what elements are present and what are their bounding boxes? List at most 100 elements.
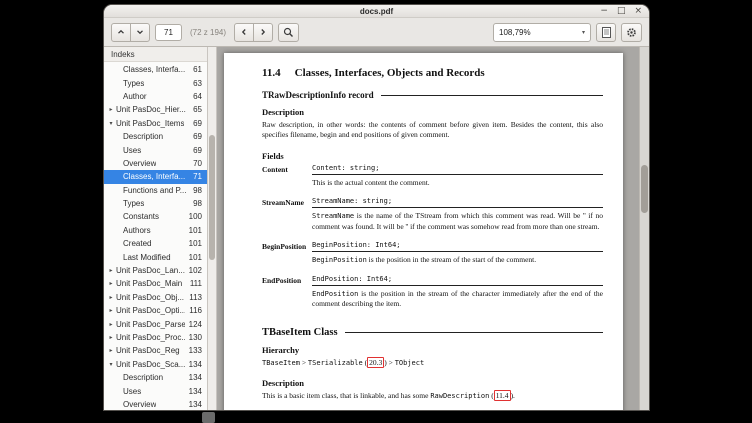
expander-closed-icon[interactable]: ▸ <box>106 280 116 287</box>
sidebar-item[interactable]: Description134 <box>104 371 207 384</box>
document-view[interactable]: 11.4Classes, Interfaces, Objects and Rec… <box>217 47 639 410</box>
sidebar-item[interactable]: ▸Unit PasDoc_Reg133 <box>104 344 207 357</box>
code-text: BeginPosition <box>312 256 367 264</box>
sidebar-item[interactable]: ▸Unit PasDoc_Opti...116 <box>104 304 207 317</box>
pdf-link[interactable]: 11.4 <box>494 390 511 401</box>
expander-closed-icon[interactable]: ▸ <box>106 267 116 274</box>
history-forward-button[interactable] <box>253 23 273 42</box>
sidebar-item[interactable]: ▸Unit PasDoc_Main111 <box>104 277 207 290</box>
expander-closed-icon[interactable]: ▸ <box>106 321 116 328</box>
heading-rule <box>345 332 603 333</box>
sidebar-item[interactable]: Description69 <box>104 130 207 143</box>
sidebar-item[interactable]: Constants100 <box>104 210 207 223</box>
sidebar-item-page: 134 <box>185 373 202 382</box>
search-button[interactable] <box>278 23 299 42</box>
menu-button[interactable] <box>621 23 642 42</box>
expander-open-icon[interactable]: ▾ <box>106 120 116 127</box>
expander-open-icon[interactable]: ▾ <box>106 361 116 368</box>
sidebar-item-page: 70 <box>189 159 202 168</box>
expander-closed-icon[interactable]: ▸ <box>106 106 116 113</box>
sidebar-item[interactable]: Types98 <box>104 197 207 210</box>
sidebar-item-page: 101 <box>185 253 202 262</box>
sidebar-item-page: 69 <box>189 132 202 141</box>
sidebar-item[interactable]: ▾Unit PasDoc_Sca...134 <box>104 358 207 371</box>
page-tools-button[interactable] <box>596 23 616 42</box>
sidebar-item[interactable]: ▸Unit PasDoc_Obj...113 <box>104 291 207 304</box>
section-heading: 11.4Classes, Interfaces, Objects and Rec… <box>262 67 603 79</box>
sidebar-item[interactable]: ▸Unit PasDoc_Hier...65 <box>104 103 207 116</box>
sidebar-item[interactable]: ▸Unit PasDoc_Lan...102 <box>104 264 207 277</box>
search-icon <box>283 27 294 38</box>
record-heading-row: TRawDescriptionInfo record <box>262 90 603 100</box>
sidebar-item[interactable]: Types63 <box>104 76 207 89</box>
sidebar-item[interactable]: ▸Unit PasDoc_Parser124 <box>104 317 207 330</box>
field-row: StreamNameStreamName: string;StreamName … <box>262 197 603 236</box>
close-icon: × <box>634 6 642 16</box>
titlebar[interactable]: docs.pdf − □ × <box>104 5 649 18</box>
sidebar-item-label: Unit PasDoc_Reg <box>116 346 180 355</box>
sidebar-item[interactable]: Last Modified 101 <box>104 250 207 263</box>
code-text: EndPosition <box>312 290 358 298</box>
content-scrollbar-thumb[interactable] <box>641 165 648 213</box>
sidebar-item-page: 65 <box>189 105 202 114</box>
record-heading: TRawDescriptionInfo record <box>262 90 374 100</box>
sidebar-item[interactable]: Uses134 <box>104 384 207 397</box>
sidebar-item-label: Unit PasDoc_Hier... <box>116 105 186 114</box>
sidebar-item[interactable]: Uses69 <box>104 143 207 156</box>
sidebar-item[interactable]: ▸Unit PasDoc_Proc...130 <box>104 331 207 344</box>
class-heading: TBaseItem Class <box>262 327 338 338</box>
minimize-button[interactable]: − <box>600 7 608 16</box>
sidebar-item[interactable]: Functions and P...98 <box>104 184 207 197</box>
previous-page-button[interactable] <box>111 23 131 42</box>
sidebar-item-page: 134 <box>185 360 202 369</box>
chevron-right-icon <box>259 28 267 36</box>
pdf-page: 11.4Classes, Interfaces, Objects and Rec… <box>224 53 623 410</box>
zoom-select[interactable]: 108,79% ▾ <box>493 23 591 42</box>
sidebar-item[interactable]: Authors101 <box>104 224 207 237</box>
sidebar-item[interactable]: Author64 <box>104 90 207 103</box>
sidebar-mode-select[interactable]: Indeks <box>104 47 207 62</box>
sidebar-item-label: Overview <box>123 159 156 168</box>
chevron-down-icon: ▾ <box>582 29 585 36</box>
sidebar-item[interactable]: Created101 <box>104 237 207 250</box>
pdf-link[interactable]: 20.3 <box>367 357 384 368</box>
close-button[interactable]: × <box>634 7 642 16</box>
field-declaration: StreamName: string; <box>312 197 603 208</box>
record-description: Raw description, in other words: the con… <box>262 120 603 141</box>
field-description: EndPosition is the position in the strea… <box>312 289 603 310</box>
taskbar-icon[interactable] <box>202 412 215 423</box>
class-heading-row: TBaseItem Class <box>262 327 603 338</box>
sidebar-item-page: 124 <box>185 320 202 329</box>
expander-closed-icon[interactable]: ▸ <box>106 334 116 341</box>
zoom-value: 108,79% <box>499 28 578 37</box>
sidebar-scrollbar[interactable] <box>208 47 217 410</box>
code-text: TBaseItem <box>262 359 300 367</box>
next-page-button[interactable] <box>130 23 150 42</box>
sidebar-item-page: 71 <box>189 172 202 181</box>
sidebar-item[interactable]: Overview134 <box>104 398 207 410</box>
field-row: ContentContent: string;This is the actua… <box>262 164 603 192</box>
sidebar-item[interactable]: Classes, Interfa...61 <box>104 63 207 76</box>
sidebar-item[interactable]: ▾Unit PasDoc_Items69 <box>104 117 207 130</box>
sidebar-item-label: Last Modified <box>123 253 171 262</box>
field-content: Content: string;This is the actual conte… <box>312 164 603 192</box>
sidebar-list: Classes, Interfa...61Types63Author64▸Uni… <box>104 62 207 410</box>
chevron-left-icon <box>240 28 248 36</box>
sidebar-item-page: 98 <box>189 199 202 208</box>
sidebar-item-label: Unit PasDoc_Parser <box>116 320 185 329</box>
sidebar-item-label: Unit PasDoc_Lan... <box>116 266 185 275</box>
text-run: This is a basic item class, that is link… <box>262 391 430 400</box>
maximize-button[interactable]: □ <box>617 7 626 16</box>
sidebar-item-label: Overview <box>123 400 156 409</box>
page-number-input[interactable] <box>155 24 182 41</box>
sidebar-item[interactable]: Classes, Interfa...71 <box>104 170 207 183</box>
content-scrollbar[interactable] <box>639 47 649 410</box>
expander-closed-icon[interactable]: ▸ <box>106 294 116 301</box>
history-back-button[interactable] <box>234 23 254 42</box>
expander-closed-icon[interactable]: ▸ <box>106 307 116 314</box>
sidebar-item-page: 101 <box>185 226 202 235</box>
field-declaration: Content: string; <box>312 164 603 175</box>
expander-closed-icon[interactable]: ▸ <box>106 347 116 354</box>
sidebar-item[interactable]: Overview 70 <box>104 157 207 170</box>
sidebar-scrollbar-thumb[interactable] <box>209 135 215 260</box>
